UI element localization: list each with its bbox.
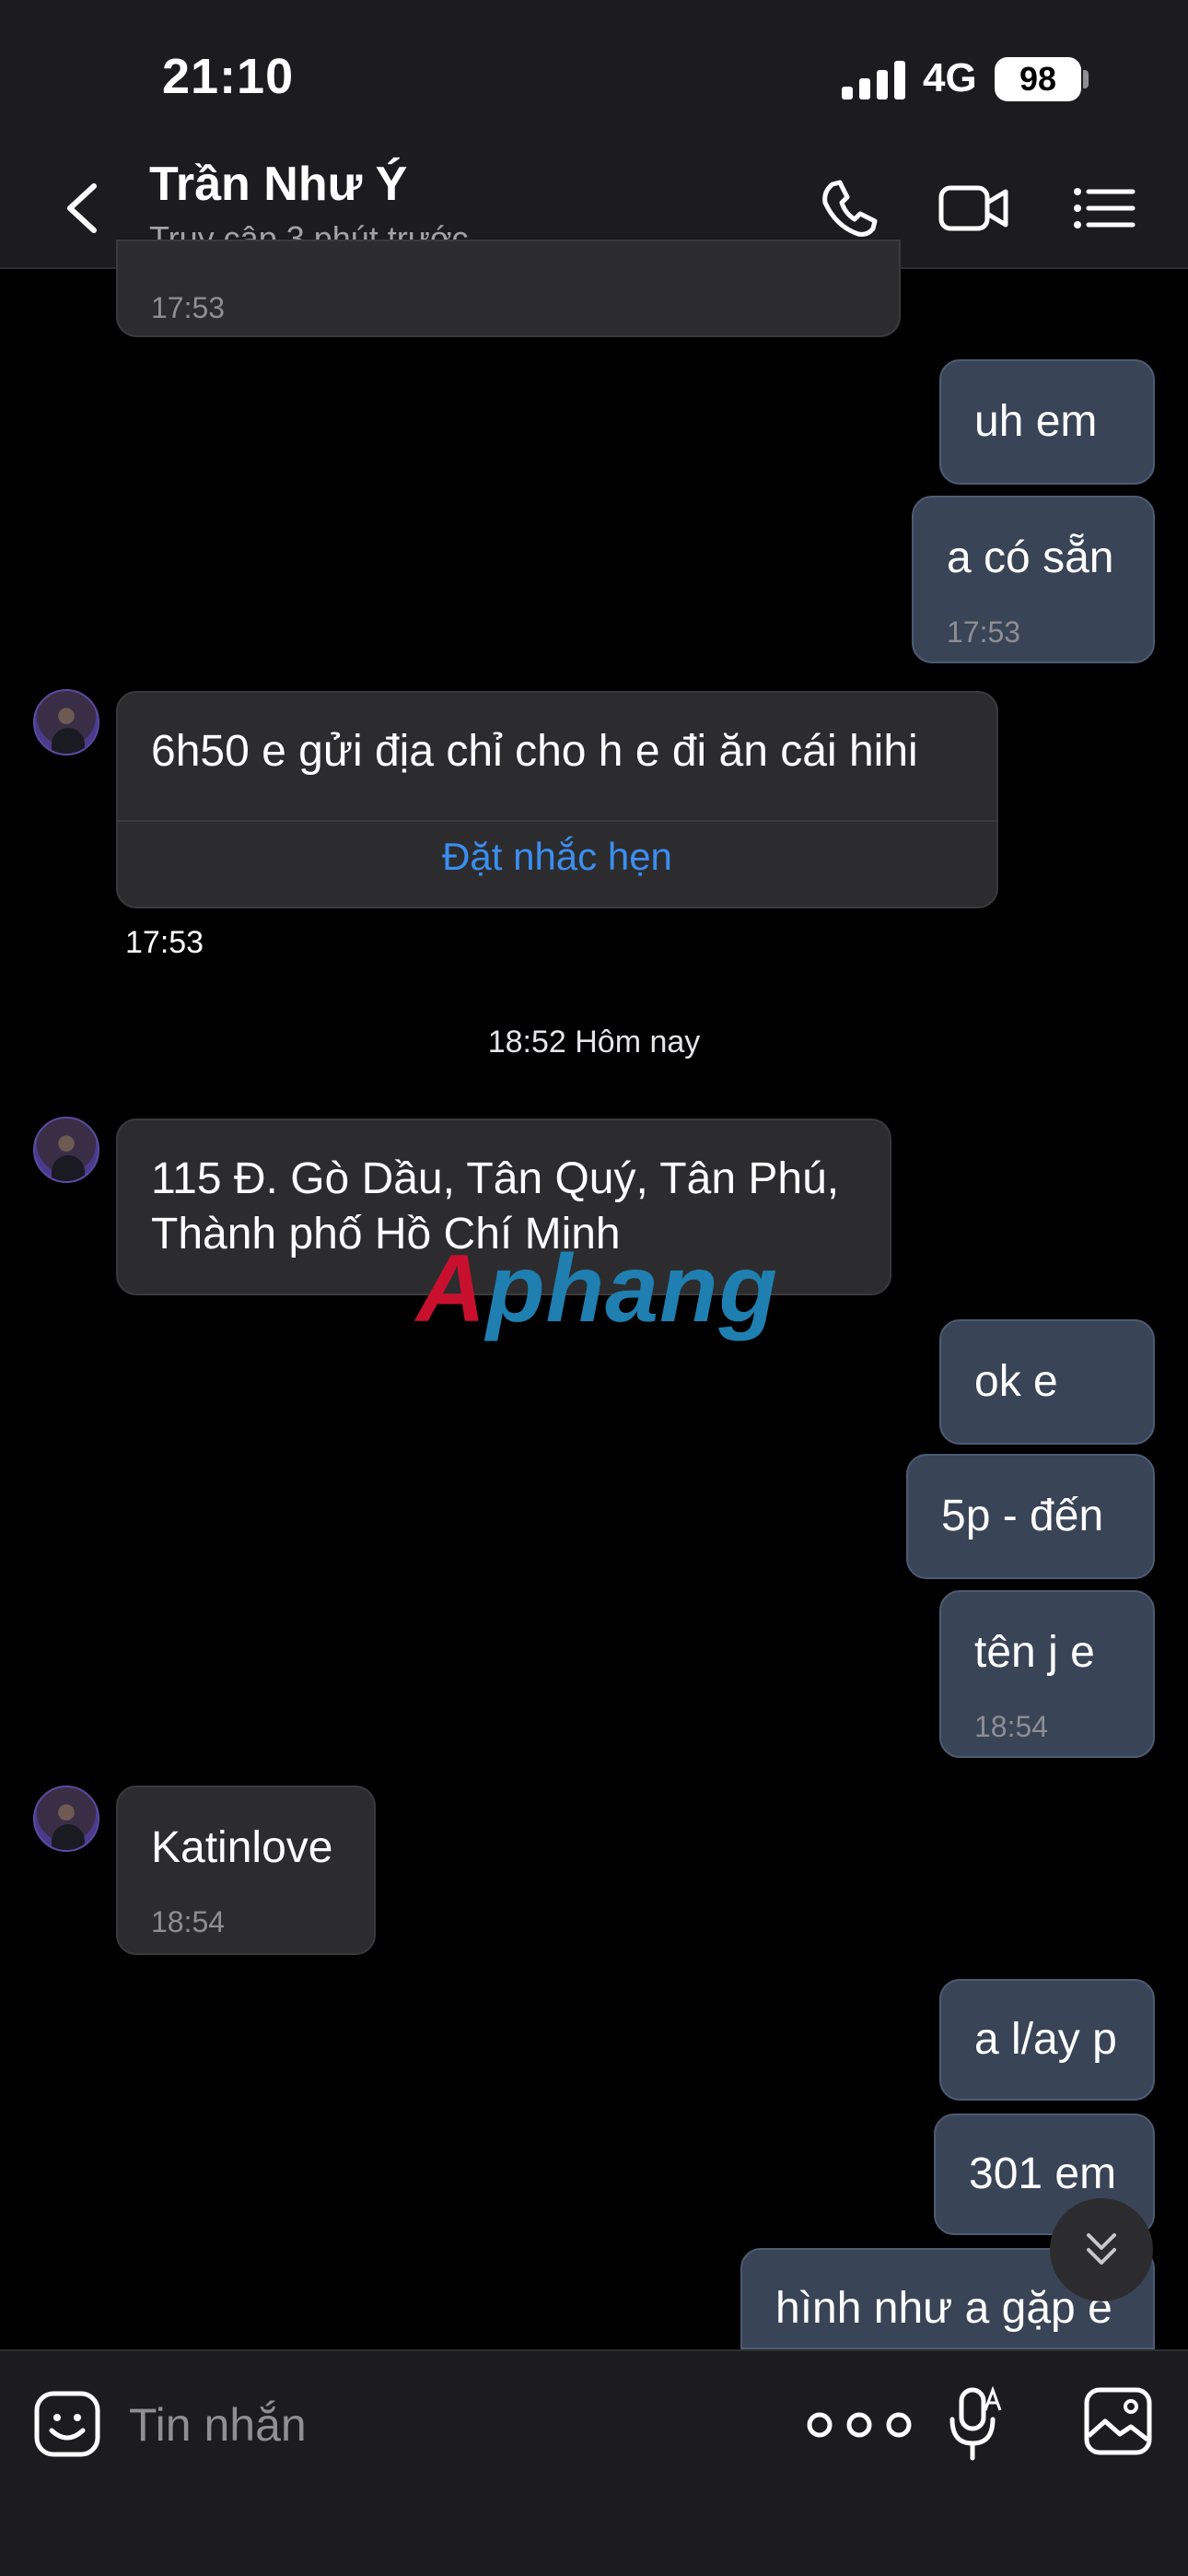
message-input[interactable]: [129, 2388, 755, 2462]
double-chevron-down-icon: [1087, 2233, 1116, 2265]
message-time: 17:53: [151, 291, 226, 324]
signal-icon: [842, 61, 905, 100]
photo-gallery-icon[interactable]: [1083, 2386, 1153, 2456]
date-separator: 18:52 Hôm nay: [487, 1025, 701, 1060]
message-text: Katinlove: [151, 1823, 333, 1872]
clock: 21:10: [162, 49, 295, 104]
bubble-divider: [118, 820, 998, 822]
message-bubble[interactable]: tên j e 18:54: [939, 1590, 1155, 1758]
message-bubble[interactable]: a l/ay p: [939, 1979, 1155, 2101]
message-bubble[interactable]: Katinlove 18:54: [116, 1786, 376, 1955]
message-bubble[interactable]: uh em: [939, 359, 1155, 485]
phone-call-icon[interactable]: [812, 171, 886, 245]
message-bubble[interactable]: 17:53: [116, 240, 901, 337]
message-text: 6h50 e gửi địa chỉ cho h e đi ăn cái hih…: [151, 727, 918, 776]
sticker-emoji-icon[interactable]: [33, 2390, 101, 2458]
more-options-icon[interactable]: [799, 2397, 919, 2453]
battery-tip: [1083, 70, 1089, 88]
message-bubble[interactable]: a có sẵn 17:53: [912, 496, 1155, 663]
battery-icon: 98: [995, 57, 1081, 101]
network-type: 4G: [923, 55, 977, 100]
voice-to-text-mic-icon[interactable]: [945, 2384, 1004, 2462]
message-text: hình như a gặp e: [775, 2284, 1112, 2333]
battery-level: 98: [1019, 60, 1057, 98]
message-text: a l/ay p: [974, 2015, 1117, 2064]
set-reminder-link[interactable]: Đặt nhắc hẹn: [116, 835, 998, 879]
message-text-line: 115 Đ. Gò Dầu, Tân Quý, Tân Phú,: [151, 1154, 840, 1203]
contact-name[interactable]: Trần Như Ý: [149, 157, 407, 212]
list-menu-icon[interactable]: [1068, 171, 1142, 245]
back-chevron-icon[interactable]: [57, 175, 105, 241]
scroll-to-bottom-button[interactable]: [1050, 2198, 1153, 2301]
message-bubble[interactable]: ok e: [939, 1319, 1155, 1445]
contact-avatar[interactable]: [33, 689, 99, 755]
message-text: 5p - đến: [941, 1492, 1104, 1540]
composer-bar: [0, 2349, 1188, 2576]
message-text: a có sẵn: [947, 533, 1114, 582]
message-text: ok e: [974, 1357, 1058, 1406]
message-time: 18:54: [974, 1710, 1049, 1743]
contact-avatar[interactable]: [33, 1117, 99, 1183]
message-time: 17:53: [947, 615, 1021, 649]
message-time: 18:54: [151, 1905, 226, 1938]
video-call-icon[interactable]: [938, 171, 1011, 245]
message-time: 17:53: [125, 925, 204, 960]
message-text: tên j e: [974, 1628, 1095, 1677]
message-bubble[interactable]: 5p - đến: [906, 1454, 1155, 1579]
message-text: uh em: [974, 397, 1098, 446]
message-text: 301 em: [969, 2149, 1117, 2198]
status-bar: 21:10 4G 98: [0, 0, 1188, 147]
contact-avatar[interactable]: [33, 1786, 99, 1852]
watermark-logo: Aphang: [416, 1235, 779, 1342]
